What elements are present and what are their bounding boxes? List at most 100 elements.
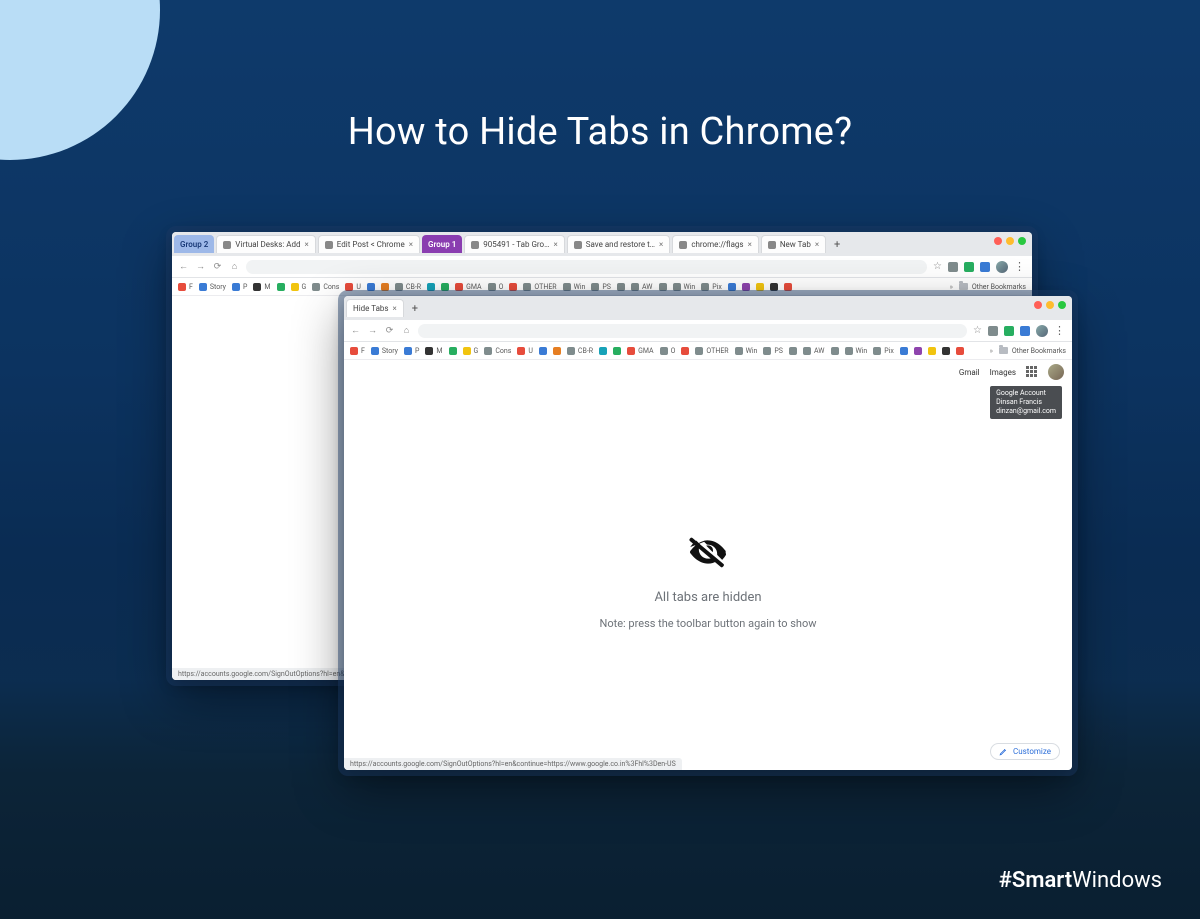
- bookmark-item[interactable]: PS: [763, 347, 783, 355]
- tab-group-1[interactable]: Group 1: [422, 235, 462, 253]
- bookmark-item[interactable]: [659, 283, 667, 291]
- bookmarks-overflow-icon[interactable]: »: [950, 283, 953, 291]
- bookmark-item[interactable]: [942, 347, 950, 355]
- tab[interactable]: New Tab×: [761, 235, 826, 253]
- extension-icon[interactable]: [1004, 326, 1014, 336]
- bookmark-item[interactable]: U: [517, 347, 533, 355]
- close-tab-icon[interactable]: ×: [409, 240, 413, 249]
- tab[interactable]: 905491 - Tab Gro…×: [464, 235, 564, 253]
- images-link[interactable]: Images: [990, 368, 1016, 377]
- bookmark-item[interactable]: [599, 347, 607, 355]
- bookmark-item[interactable]: [539, 347, 547, 355]
- bookmark-item[interactable]: [613, 347, 621, 355]
- bookmarks-overflow-icon[interactable]: »: [990, 347, 993, 355]
- bookmark-item[interactable]: [784, 283, 792, 291]
- bookmark-item[interactable]: AW: [803, 347, 825, 355]
- back-button[interactable]: ←: [178, 261, 189, 272]
- address-bar[interactable]: [418, 324, 967, 338]
- bookmark-item[interactable]: P: [404, 347, 419, 355]
- back-button[interactable]: ←: [350, 325, 361, 336]
- new-tab-button[interactable]: +: [408, 301, 422, 315]
- bookmark-item[interactable]: O: [488, 283, 504, 291]
- bookmark-item[interactable]: Pix: [873, 347, 894, 355]
- apps-grid-icon[interactable]: [1026, 366, 1038, 378]
- bookmark-item[interactable]: [928, 347, 936, 355]
- extension-icon[interactable]: [964, 262, 974, 272]
- maximize-window-button[interactable]: [1018, 237, 1026, 245]
- bookmark-item[interactable]: O: [660, 347, 676, 355]
- extension-icon[interactable]: [948, 262, 958, 272]
- bookmark-item[interactable]: P: [232, 283, 247, 291]
- bookmark-item[interactable]: [427, 283, 435, 291]
- bookmark-item[interactable]: [914, 347, 922, 355]
- extension-icon[interactable]: [988, 326, 998, 336]
- bookmark-item[interactable]: [381, 283, 389, 291]
- close-tab-icon[interactable]: ×: [748, 240, 752, 249]
- bookmark-item[interactable]: [553, 347, 561, 355]
- customize-button[interactable]: Customize: [990, 743, 1060, 760]
- close-window-button[interactable]: [1034, 301, 1042, 309]
- bookmark-item[interactable]: [900, 347, 908, 355]
- close-tab-icon[interactable]: ×: [305, 240, 309, 249]
- minimize-window-button[interactable]: [1046, 301, 1054, 309]
- bookmark-item[interactable]: Win: [673, 283, 696, 291]
- minimize-window-button[interactable]: [1006, 237, 1014, 245]
- bookmark-item[interactable]: CB-R: [395, 283, 421, 291]
- bookmark-item[interactable]: Pix: [701, 283, 722, 291]
- close-tab-icon[interactable]: ×: [553, 240, 557, 249]
- bookmark-item[interactable]: U: [345, 283, 361, 291]
- bookmark-item[interactable]: GMA: [455, 283, 482, 291]
- extension-icon[interactable]: [1020, 326, 1030, 336]
- bookmark-item[interactable]: [367, 283, 375, 291]
- forward-button[interactable]: →: [195, 261, 206, 272]
- profile-avatar[interactable]: [996, 261, 1008, 273]
- bookmark-item[interactable]: [956, 347, 964, 355]
- bookmark-item[interactable]: Cons: [312, 283, 339, 291]
- home-button[interactable]: ⌂: [401, 325, 412, 336]
- bookmark-item[interactable]: GMA: [627, 347, 654, 355]
- maximize-window-button[interactable]: [1058, 301, 1066, 309]
- new-tab-button[interactable]: +: [830, 237, 844, 251]
- bookmark-item[interactable]: [441, 283, 449, 291]
- bookmark-item[interactable]: [681, 347, 689, 355]
- bookmark-item[interactable]: OTHER: [523, 283, 556, 291]
- bookmark-item[interactable]: [277, 283, 285, 291]
- reload-button[interactable]: ⟳: [384, 325, 395, 336]
- bookmark-item[interactable]: [509, 283, 517, 291]
- account-avatar[interactable]: [1048, 364, 1064, 380]
- tab[interactable]: chrome://flags×: [672, 235, 759, 253]
- bookmark-item[interactable]: F: [178, 283, 193, 291]
- bookmark-item[interactable]: AW: [631, 283, 653, 291]
- bookmark-item[interactable]: Win: [563, 283, 586, 291]
- gmail-link[interactable]: Gmail: [959, 368, 980, 377]
- bookmark-item[interactable]: [449, 347, 457, 355]
- other-bookmarks-folder[interactable]: Other Bookmarks: [999, 347, 1066, 355]
- bookmark-item[interactable]: [756, 283, 764, 291]
- bookmark-item[interactable]: [742, 283, 750, 291]
- close-tab-icon[interactable]: ×: [659, 240, 663, 249]
- bookmark-item[interactable]: OTHER: [695, 347, 728, 355]
- bookmark-item[interactable]: G: [463, 347, 479, 355]
- bookmark-item[interactable]: F: [350, 347, 365, 355]
- menu-button[interactable]: ⋮: [1014, 260, 1026, 273]
- close-tab-icon[interactable]: ×: [815, 240, 819, 249]
- bookmark-item[interactable]: Win: [735, 347, 758, 355]
- bookmark-item[interactable]: [617, 283, 625, 291]
- bookmark-item[interactable]: PS: [591, 283, 611, 291]
- bookmark-item[interactable]: M: [425, 347, 442, 355]
- tab[interactable]: Edit Post < Chrome×: [318, 235, 420, 253]
- address-bar[interactable]: [246, 260, 927, 274]
- bookmark-item[interactable]: M: [253, 283, 270, 291]
- home-button[interactable]: ⌂: [229, 261, 240, 272]
- close-tab-icon[interactable]: ×: [393, 304, 397, 313]
- extension-icon[interactable]: [980, 262, 990, 272]
- tab-hide-tabs[interactable]: Hide Tabs ×: [346, 299, 404, 317]
- bookmark-item[interactable]: [831, 347, 839, 355]
- bookmark-item[interactable]: [789, 347, 797, 355]
- profile-avatar[interactable]: [1036, 325, 1048, 337]
- tab-group-2[interactable]: Group 2: [174, 235, 214, 253]
- bookmark-star-icon[interactable]: ☆: [933, 261, 942, 272]
- close-window-button[interactable]: [994, 237, 1002, 245]
- bookmark-item[interactable]: [728, 283, 736, 291]
- bookmark-item[interactable]: Win: [845, 347, 868, 355]
